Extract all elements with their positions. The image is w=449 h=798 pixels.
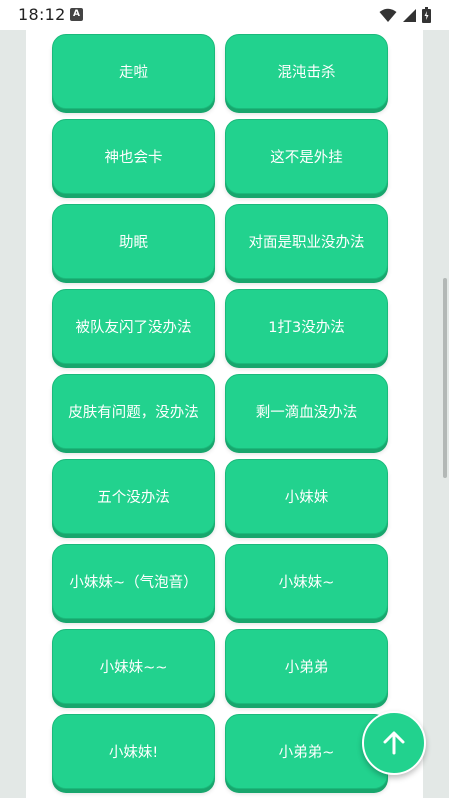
sound-button[interactable]: 五个没办法 bbox=[52, 459, 215, 534]
wifi-icon bbox=[379, 8, 397, 22]
sound-button[interactable]: 剩一滴血没办法 bbox=[225, 374, 388, 449]
status-bar: 18:12 A bbox=[0, 0, 449, 30]
sound-button[interactable]: 1打3没办法 bbox=[225, 289, 388, 364]
sound-button[interactable]: 小妹妹! bbox=[52, 714, 215, 789]
scrollbar-thumb[interactable] bbox=[443, 278, 447, 478]
sound-button[interactable]: 小弟弟 bbox=[225, 629, 388, 704]
sound-button[interactable]: 小妹妹~~ bbox=[52, 629, 215, 704]
status-time: 18:12 bbox=[18, 5, 66, 24]
sound-button[interactable]: 小妹妹~（气泡音） bbox=[52, 544, 215, 619]
sound-button[interactable]: 皮肤有问题，没办法 bbox=[52, 374, 215, 449]
sound-button[interactable]: 走啦 bbox=[52, 34, 215, 109]
notification-icon: A bbox=[70, 8, 83, 21]
sound-button[interactable]: 神也会卡 bbox=[52, 119, 215, 194]
signal-icon bbox=[403, 8, 416, 22]
status-icons bbox=[379, 7, 431, 23]
sound-button[interactable]: 小妹妹~ bbox=[225, 544, 388, 619]
scroll-to-top-button[interactable] bbox=[362, 711, 426, 775]
sound-button-grid: 走啦 混沌击杀 神也会卡 这不是外挂 助眠 对面是职业没办法 被队友闪了没办法 … bbox=[52, 34, 388, 789]
battery-icon bbox=[422, 7, 431, 23]
sound-button[interactable]: 混沌击杀 bbox=[225, 34, 388, 109]
sound-button[interactable]: 对面是职业没办法 bbox=[225, 204, 388, 279]
sound-button[interactable]: 助眠 bbox=[52, 204, 215, 279]
sound-button[interactable]: 被队友闪了没办法 bbox=[52, 289, 215, 364]
arrow-up-icon bbox=[383, 731, 405, 755]
sound-button[interactable]: 小妹妹 bbox=[225, 459, 388, 534]
sound-button[interactable]: 这不是外挂 bbox=[225, 119, 388, 194]
